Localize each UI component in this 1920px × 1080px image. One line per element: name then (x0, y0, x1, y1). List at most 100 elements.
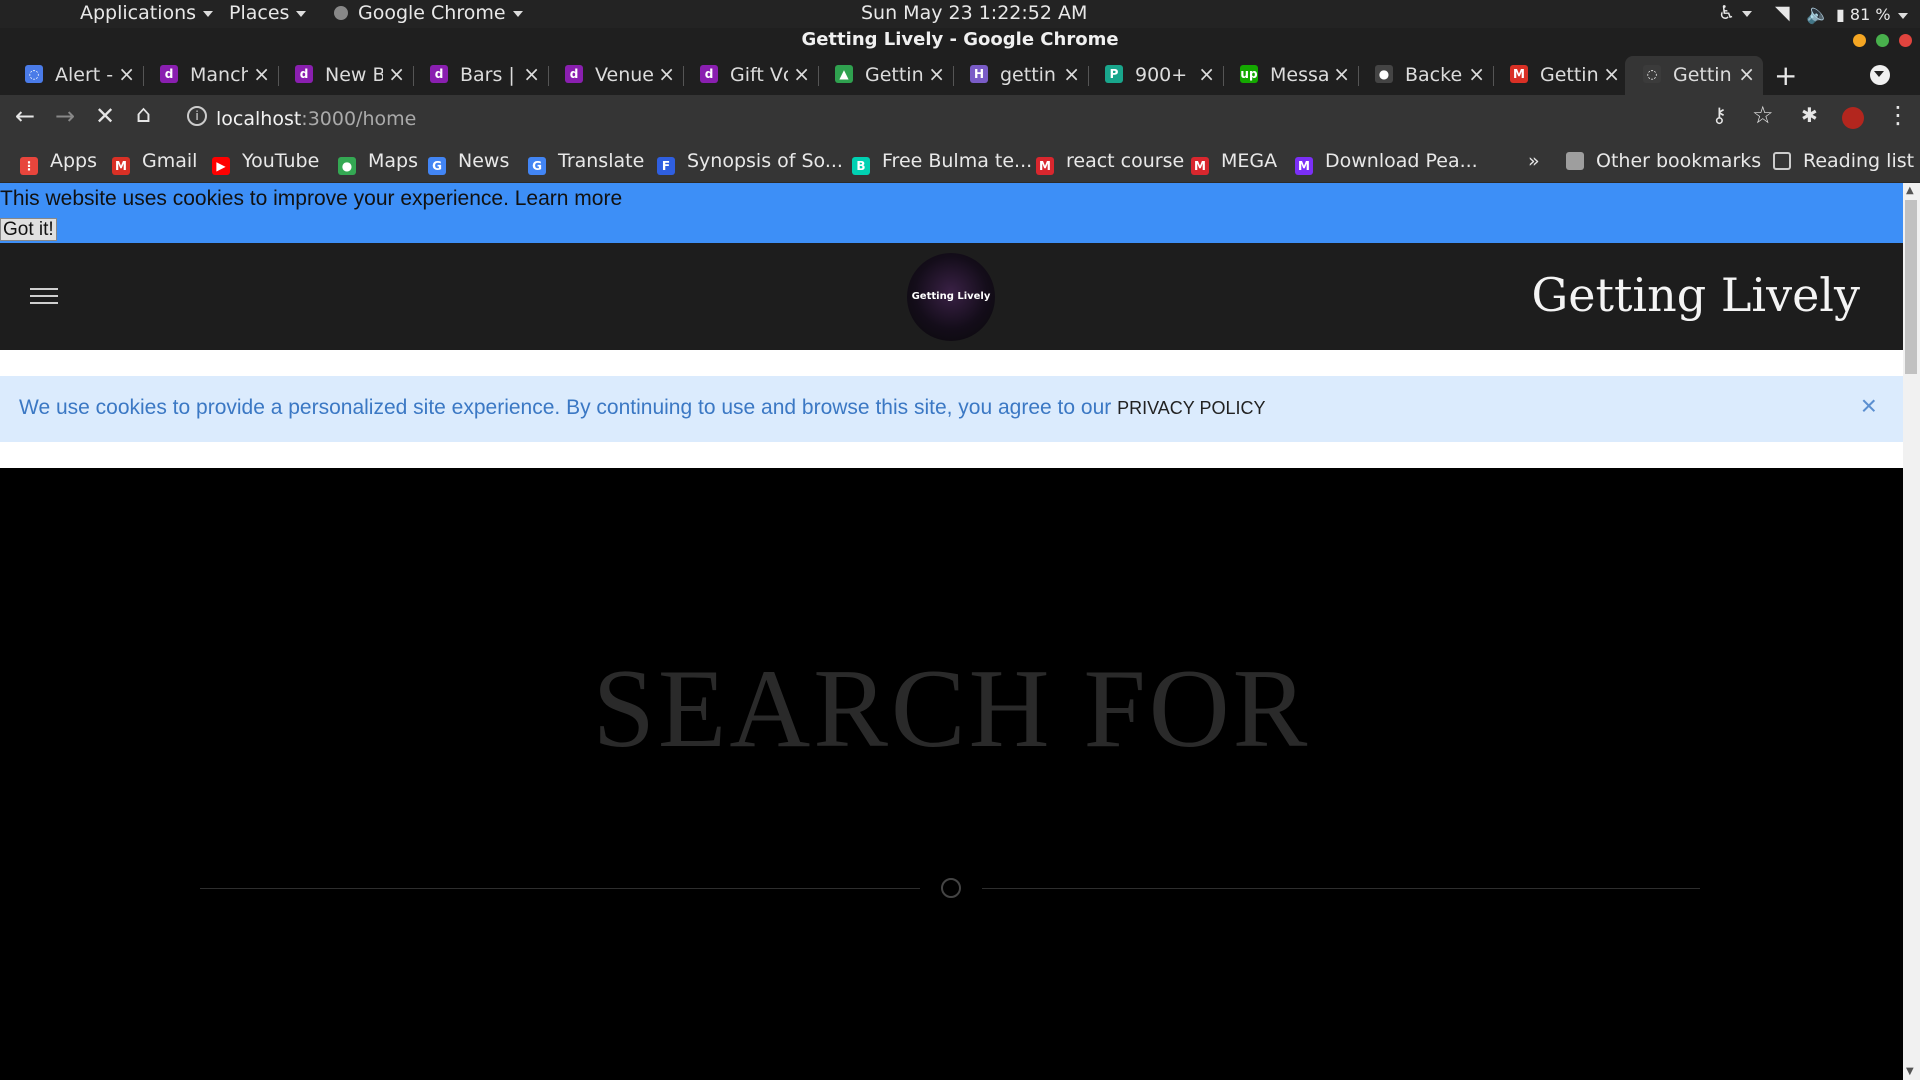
tab-close-icon[interactable]: × (1333, 62, 1350, 86)
bookmark-item[interactable]: ⋮ Apps (20, 150, 97, 175)
tab-close-icon[interactable]: × (118, 62, 135, 86)
bookmark-item[interactable]: Mreact course (1036, 150, 1184, 175)
tab-label: 900+ I (1135, 64, 1193, 86)
hamburger-menu-icon[interactable] (30, 288, 58, 305)
cookie-banner-top: This website uses cookies to improve you… (0, 183, 1903, 243)
tab-active[interactable]: ◌ Gettin × (1625, 56, 1763, 95)
tab-separator (1088, 66, 1089, 86)
bookmark-item[interactable]: M Download Pea... (1295, 150, 1478, 175)
bookmark-item[interactable]: F Synopsis of So... (657, 150, 843, 175)
tab-close-icon[interactable]: × (1468, 62, 1485, 86)
tab[interactable]: M Gettin × (1510, 56, 1620, 95)
extensions-icon[interactable]: ✱ (1801, 103, 1818, 127)
stop-loading-icon[interactable]: ✕ (95, 102, 115, 130)
divider-right (982, 888, 1700, 889)
brand-title[interactable]: Getting Lively (1531, 268, 1860, 322)
tab-separator (413, 66, 414, 86)
tab-close-icon[interactable]: × (928, 62, 945, 86)
chrome-menu-icon[interactable]: ⋮ (1886, 101, 1910, 129)
tab[interactable]: Hgettin × (970, 56, 1089, 95)
bookmark-item[interactable]: G News (428, 150, 509, 175)
clock[interactable]: Sun May 23 1:22:52 AM (861, 2, 1087, 24)
cookie-consent-bar: We use cookies to provide a personalized… (0, 376, 1903, 442)
bookmark-item[interactable]: M MEGA (1191, 150, 1277, 175)
tab-close-icon[interactable]: × (388, 62, 405, 86)
tab-close-icon[interactable]: × (793, 62, 810, 86)
scroll-up-icon[interactable]: ▲ (1906, 185, 1914, 196)
site-info-icon[interactable]: i (187, 106, 207, 126)
back-arrow-icon[interactable]: ← (15, 102, 35, 130)
site-logo[interactable]: Getting Lively (907, 253, 995, 341)
tab[interactable]: d Manch × (160, 56, 279, 95)
tab-separator (683, 66, 684, 86)
tab-label: Gift Vc (730, 64, 788, 86)
applications-menu[interactable]: Applications (80, 2, 214, 24)
privacy-policy-link[interactable]: PRIVACY POLICY (1117, 398, 1265, 418)
forward-arrow-icon[interactable]: → (55, 102, 75, 130)
bookmark-item[interactable]: G Translate (528, 150, 644, 175)
other-bookmarks[interactable]: Other bookmarks (1566, 150, 1761, 172)
places-menu[interactable]: Places (229, 2, 307, 24)
bookmark-item[interactable]: B Free Bulma te... (852, 150, 1032, 175)
tab-close-icon[interactable]: × (1603, 62, 1620, 86)
bookmark-item[interactable]: ▶ YouTube (212, 150, 319, 175)
bookmark-label: YouTube (242, 150, 320, 172)
tab-favicon-icon: d (700, 65, 718, 83)
key-icon[interactable]: ⚷ (1712, 103, 1727, 127)
cookie-top-message[interactable]: This website uses cookies to improve you… (0, 187, 622, 211)
hero-title: SEARCH FOR (592, 647, 1311, 771)
volume-icon[interactable]: 🔈 (1806, 2, 1830, 25)
folder-icon (1566, 152, 1584, 170)
got-it-button[interactable]: Got it! (0, 218, 57, 241)
tab-separator (818, 66, 819, 86)
bookmarks-overflow-button[interactable]: » (1528, 150, 1540, 172)
tab-close-icon[interactable]: × (1063, 62, 1080, 86)
tab[interactable]: d Gift Vc × (700, 56, 819, 95)
tab[interactable]: d New B × (295, 56, 414, 95)
tab[interactable]: up Messa × (1240, 56, 1359, 95)
maximize-button[interactable] (1876, 34, 1889, 47)
tab-close-icon[interactable]: × (658, 62, 675, 86)
scroll-down-icon[interactable]: ▼ (1906, 1066, 1914, 1077)
tab-search-button[interactable] (1870, 65, 1890, 85)
bookmark-favicon-icon: M (112, 157, 130, 175)
minimize-button[interactable] (1853, 34, 1866, 47)
tab[interactable]: P 900+ I × (1105, 56, 1224, 95)
bookmark-item[interactable]: M Gmail (112, 150, 197, 175)
address-bar[interactable]: localhost:3000/home (216, 108, 416, 130)
tab-separator (1358, 66, 1359, 86)
close-window-button[interactable] (1899, 34, 1912, 47)
divider-ring-icon (941, 878, 961, 898)
bookmark-label: Apps (50, 150, 98, 172)
tab[interactable]: d Bars | I× (430, 56, 549, 95)
tab-close-icon[interactable]: × (253, 62, 270, 86)
tab-close-icon[interactable]: × (523, 62, 540, 86)
profile-avatar[interactable] (1842, 107, 1864, 129)
tab-favicon-icon: P (1105, 65, 1123, 83)
applications-label: Applications (80, 2, 197, 24)
window-title: Getting Lively - Google Chrome (801, 29, 1119, 50)
bookmark-label: Download Pea... (1325, 150, 1478, 172)
tab[interactable]: ◌ Alert - × (25, 56, 144, 95)
tab-close-icon[interactable]: × (1738, 62, 1755, 86)
bookmark-item[interactable]: ● Maps (338, 150, 418, 175)
close-icon[interactable]: × (1861, 390, 1877, 422)
reading-list[interactable]: Reading list (1773, 150, 1914, 172)
tab[interactable]: d Venue × (565, 56, 684, 95)
scrollbar-thumb[interactable] (1905, 200, 1917, 374)
bookmark-star-icon[interactable]: ☆ (1752, 101, 1774, 129)
accessibility-icon[interactable]: ♿ (1718, 2, 1753, 24)
tab[interactable]: ● Backe × (1375, 56, 1494, 95)
tab-favicon-icon: ◌ (25, 65, 43, 83)
tab-label: Venue (595, 64, 653, 86)
app-menu[interactable]: Google Chrome (334, 2, 523, 24)
home-icon[interactable]: ⌂ (136, 100, 151, 128)
wifi-icon[interactable]: ◥ (1775, 2, 1790, 24)
bookmark-label: Gmail (142, 150, 198, 172)
tab-close-icon[interactable]: × (1198, 62, 1215, 86)
tab[interactable]: ▲ Gettin × (835, 56, 954, 95)
reading-list-icon (1773, 152, 1791, 170)
battery-indicator[interactable]: ▮ 81 % (1836, 5, 1908, 24)
new-tab-button[interactable]: + (1774, 59, 1797, 92)
bookmark-favicon-icon: ▶ (212, 157, 230, 175)
